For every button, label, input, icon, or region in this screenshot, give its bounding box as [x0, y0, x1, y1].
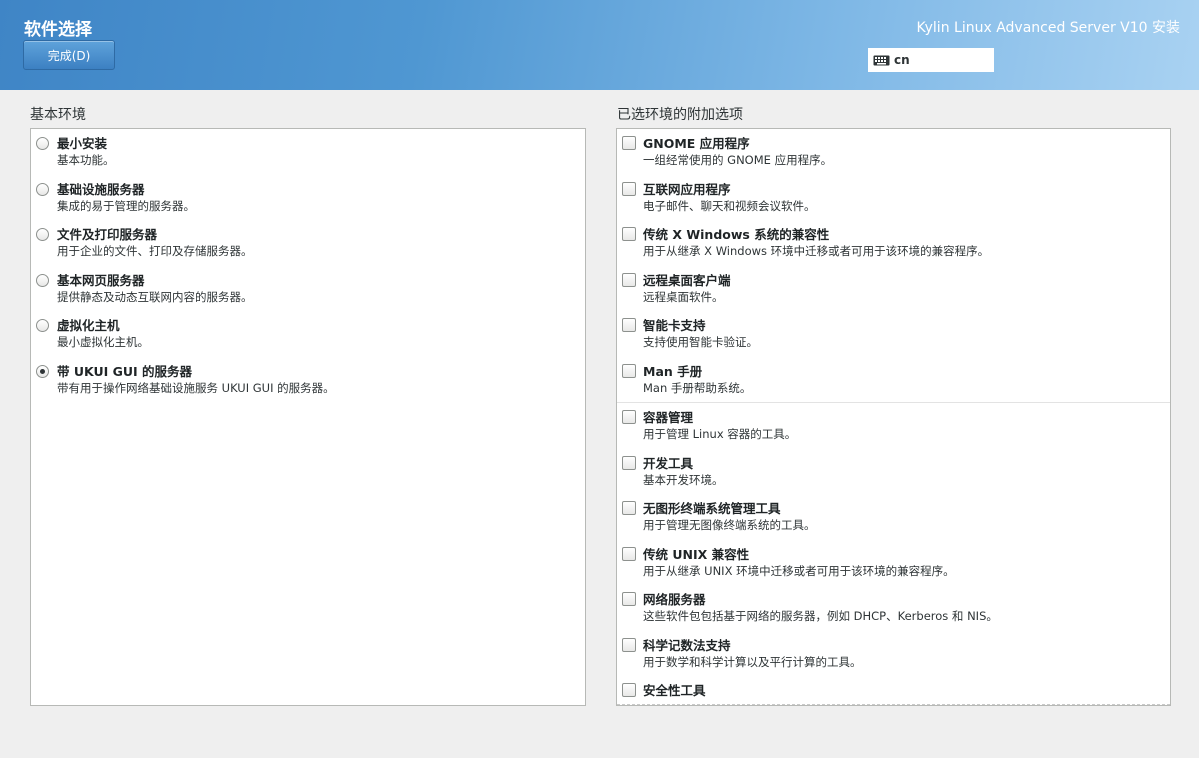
addon-checkbox[interactable]: [622, 318, 636, 332]
addon-item[interactable]: 容器管理用于管理 Linux 容器的工具。: [617, 403, 1170, 449]
addon-item[interactable]: 互联网应用程序 电子邮件、聊天和视频会议软件。: [617, 175, 1170, 221]
environment-description: 提供静态及动态互联网内容的服务器。: [57, 289, 253, 304]
product-title: Kylin Linux Advanced Server V10 安装: [916, 20, 1180, 36]
addon-checkbox[interactable]: [622, 363, 636, 378]
environment-name: 虚拟化主机: [57, 318, 120, 333]
addon-description: 用于数学和科学计算以及平行计算的工具。: [643, 654, 862, 669]
addon-item[interactable]: 安全性工具: [617, 676, 1170, 705]
addon-name: Man 手册: [643, 363, 703, 379]
environment-name: 带 UKUI GUI 的服务器: [57, 363, 193, 379]
addon-item[interactable]: 传统 UNIX 兼容性 用于从继承 UNIX 环境中迁移或者可用于该环境的兼容程序…: [617, 540, 1170, 586]
environment-description: 带有用于操作网络基础设施服务 UKUI GUI 的服务器。: [57, 380, 335, 395]
addon-checkbox[interactable]: [622, 136, 636, 150]
addon-checkbox[interactable]: [622, 272, 636, 287]
radio-button[interactable]: [36, 182, 49, 196]
addon-description: 用于管理无图像终端系统的工具。: [643, 518, 816, 532]
scroll-overflow-indicator: [617, 704, 1170, 705]
addon-checkbox[interactable]: [622, 592, 636, 606]
addon-item[interactable]: 远程桌面客户端 远程桌面软件。: [617, 266, 1170, 312]
addon-description: 用于管理 Linux 容器的工具。: [643, 427, 797, 441]
environment-description: 最小虚拟化主机。: [57, 335, 149, 349]
radio-selected[interactable]: [36, 364, 49, 378]
addon-checkbox[interactable]: [622, 181, 636, 196]
environment-item[interactable]: 最小安装 基本功能。: [31, 129, 585, 175]
radio-button[interactable]: [36, 273, 49, 287]
addon-item[interactable]: 智能卡支持支持使用智能卡验证。: [617, 311, 1170, 357]
addon-item[interactable]: Man 手册 Man 手册帮助系统。: [617, 357, 1170, 403]
keyboard-layout-label: cn: [894, 53, 910, 67]
keyboard-layout-indicator[interactable]: cn: [868, 48, 994, 72]
addon-checkbox[interactable]: [622, 546, 636, 561]
addon-description: Man 手册帮助系统。: [643, 380, 752, 395]
addon-description: 电子邮件、聊天和视频会议软件。: [643, 198, 816, 213]
environment-description: 用于企业的文件、打印及存储服务器。: [57, 244, 253, 258]
environment-description: 基本功能。: [57, 153, 115, 167]
addon-checkbox[interactable]: [622, 455, 636, 470]
addon-description: 支持使用智能卡验证。: [643, 335, 758, 349]
environment-name: 最小安装: [57, 136, 108, 151]
addon-description: 用于从继承 X Windows 环境中迁移或者可用于该环境的兼容程序。: [643, 244, 990, 258]
addon-description: 这些软件包包括基于网络的服务器，例如 DHCP、Kerberos 和 NIS。: [643, 609, 998, 623]
environment-item[interactable]: 带 UKUI GUI 的服务器 带有用于操作网络基础设施服务 UKUI GUI 的…: [31, 357, 585, 403]
addon-item[interactable]: 网络服务器这些软件包包括基于网络的服务器，例如 DHCP、Kerberos 和 …: [617, 585, 1170, 631]
addon-name: 安全性工具: [643, 683, 706, 698]
addon-checkbox[interactable]: [622, 637, 636, 652]
addon-name: 容器管理: [643, 410, 694, 425]
addon-list: GNOME 应用程序 一组经常使用的 GNOME 应用程序。 互联网应用程序 电子邮件…: [616, 128, 1171, 706]
addon-name: GNOME 应用程序: [643, 136, 750, 151]
addon-name: 智能卡支持: [643, 318, 706, 333]
keyboard-icon: [873, 55, 890, 65]
addon-item[interactable]: 科学记数法支持 用于数学和科学计算以及平行计算的工具。: [617, 631, 1170, 677]
addon-item[interactable]: 开发工具 基本开发环境。: [617, 449, 1170, 495]
addon-item[interactable]: 传统 X Windows 系统的兼容性用于从继承 X Windows 环境中迁移…: [617, 220, 1170, 266]
spoke-title: 软件选择: [24, 20, 92, 40]
environment-section-title: 基本环境: [30, 107, 86, 123]
addon-checkbox[interactable]: [622, 683, 636, 697]
radio-button[interactable]: [36, 319, 49, 332]
addon-checkbox[interactable]: [622, 410, 636, 424]
environment-description: 集成的易于管理的服务器。: [57, 198, 195, 213]
environment-item[interactable]: 虚拟化主机最小虚拟化主机。: [31, 311, 585, 357]
header-bar: 软件选择 完成(D) Kylin Linux Advanced Server V…: [0, 0, 1199, 90]
addon-item[interactable]: GNOME 应用程序一组经常使用的 GNOME 应用程序。: [617, 129, 1170, 175]
radio-button[interactable]: [36, 137, 49, 150]
addon-item[interactable]: 无图形终端系统管理工具用于管理无图像终端系统的工具。: [617, 494, 1170, 540]
environment-name: 基本网页服务器: [57, 272, 145, 288]
addon-name: 传统 X Windows 系统的兼容性: [643, 227, 830, 242]
addon-description: 用于从继承 UNIX 环境中迁移或者可用于该环境的兼容程序。: [643, 563, 955, 578]
environment-item[interactable]: 文件及打印服务器用于企业的文件、打印及存储服务器。: [31, 220, 585, 266]
environment-name: 基础设施服务器: [57, 181, 145, 197]
done-button[interactable]: 完成(D): [23, 40, 115, 70]
addon-checkbox[interactable]: [622, 227, 636, 241]
addon-name: 网络服务器: [643, 592, 706, 607]
addon-checkbox[interactable]: [622, 501, 636, 515]
addon-description: 一组经常使用的 GNOME 应用程序。: [643, 153, 833, 167]
addon-description: 基本开发环境。: [643, 472, 724, 487]
addon-name: 互联网应用程序: [643, 181, 731, 197]
base-environment-list: 最小安装 基本功能。 基础设施服务器 集成的易于管理的服务器。 文件及打印服务器 用于企业…: [30, 128, 586, 706]
radio-button[interactable]: [36, 228, 49, 241]
addon-name: 开发工具: [643, 455, 694, 471]
addon-name: 远程桌面客户端: [643, 272, 731, 288]
addon-name: 无图形终端系统管理工具: [643, 501, 781, 516]
environment-name: 文件及打印服务器: [57, 227, 158, 242]
addon-description: 远程桌面软件。: [643, 289, 724, 304]
environment-item[interactable]: 基本网页服务器 提供静态及动态互联网内容的服务器。: [31, 266, 585, 312]
addons-section-title: 已选环境的附加选项: [617, 107, 743, 123]
environment-item[interactable]: 基础设施服务器 集成的易于管理的服务器。: [31, 175, 585, 221]
addon-name: 科学记数法支持: [643, 637, 731, 653]
addon-name: 传统 UNIX 兼容性: [643, 546, 750, 562]
